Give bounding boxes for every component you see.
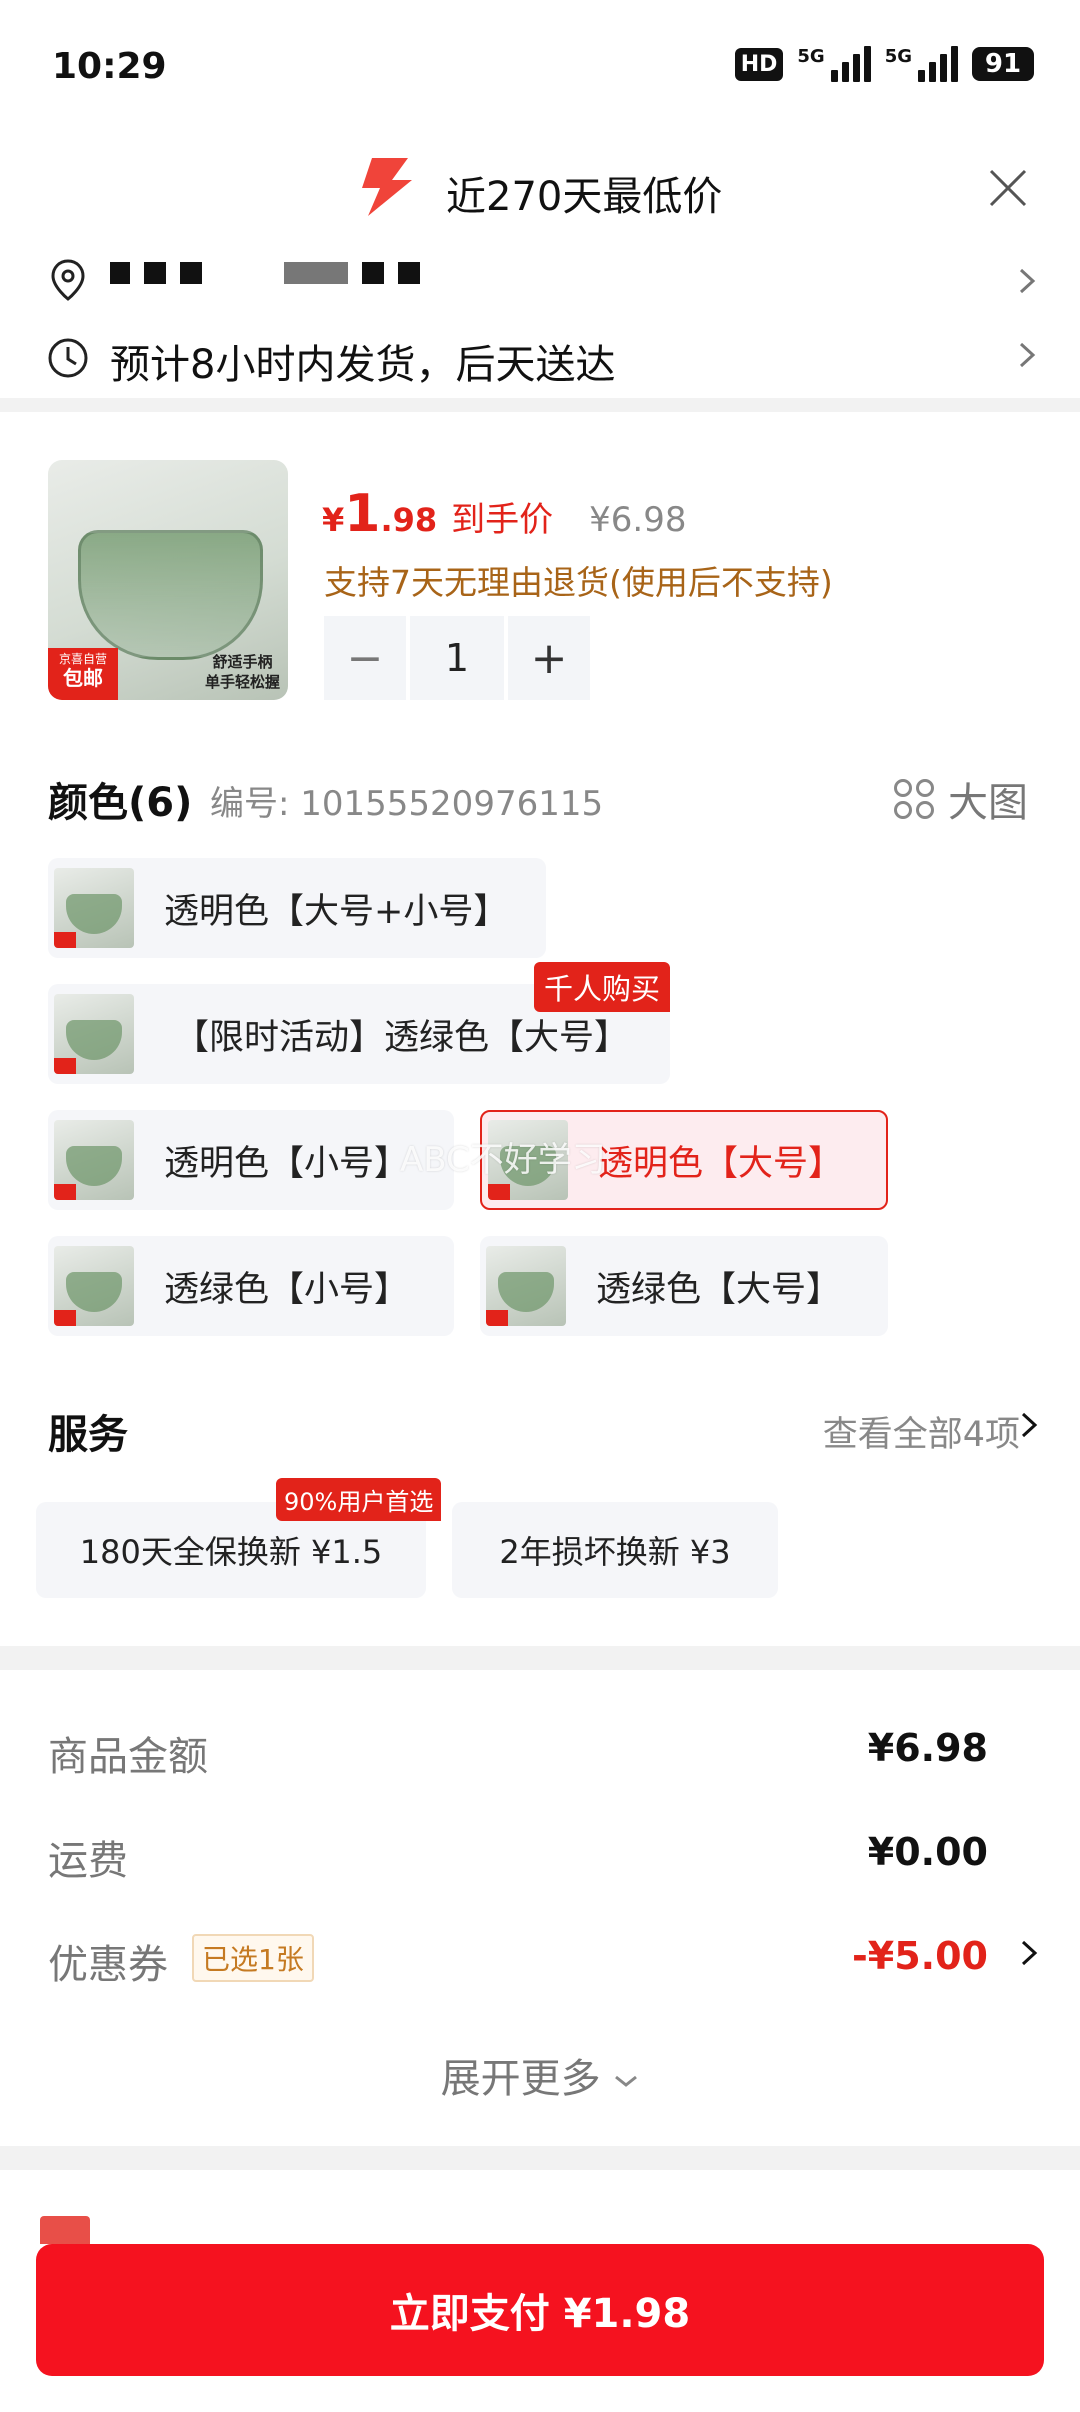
color-option[interactable]: 透明色【大号+小号】 bbox=[48, 858, 546, 958]
location-pin-icon bbox=[51, 259, 85, 301]
color-option[interactable]: 透绿色【大号】 bbox=[480, 1236, 888, 1336]
expand-more-button[interactable]: 展开更多 bbox=[0, 2046, 1080, 2104]
view-all-services-link[interactable]: 查看全部4项 bbox=[823, 1406, 1020, 1457]
chevron-down-icon bbox=[615, 2075, 638, 2087]
color-option-thumb bbox=[54, 1246, 134, 1326]
goods-amount-label: 商品金额 bbox=[48, 1734, 208, 1780]
currency-symbol: ¥ bbox=[322, 501, 345, 539]
price-line: ¥ 1 .98 到手价 ¥6.98 bbox=[322, 484, 686, 544]
chevron-right-icon[interactable] bbox=[1018, 1938, 1040, 1968]
quantity-stepper: − 1 + bbox=[324, 616, 590, 700]
chevron-right-icon[interactable] bbox=[1018, 1410, 1040, 1440]
signal-icon bbox=[830, 46, 871, 82]
decrease-quantity-button[interactable]: − bbox=[324, 616, 406, 700]
address-masked[interactable] bbox=[110, 262, 420, 284]
popular-badge: 千人购买 bbox=[534, 962, 671, 1012]
price-decimal: .98 bbox=[380, 501, 438, 539]
status-icons: HD 5G 5G 91 bbox=[734, 46, 1034, 82]
color-option-thumb bbox=[54, 868, 134, 948]
color-option-label: 透绿色【小号】 bbox=[164, 1269, 410, 1310]
product-image[interactable]: 京喜自营 包邮 舒适手柄 单手轻松握 bbox=[48, 460, 288, 700]
chevron-right-icon[interactable] bbox=[1016, 340, 1038, 370]
coupon-value[interactable]: -¥5.00 bbox=[852, 1934, 988, 1978]
hd-icon: HD bbox=[734, 47, 784, 81]
color-option-thumb bbox=[486, 1246, 566, 1326]
big-image-button[interactable]: 大图 bbox=[894, 770, 1028, 828]
expand-more-label: 展开更多 bbox=[440, 2056, 601, 2102]
original-price: ¥6.98 bbox=[589, 500, 687, 540]
coupon-selected-tag: 已选1张 bbox=[192, 1934, 314, 1982]
product-bowl-graphic bbox=[78, 530, 263, 660]
section-divider bbox=[0, 2146, 1080, 2170]
return-policy: 支持7天无理由退货(使用后不支持) bbox=[324, 563, 833, 602]
color-option[interactable]: 透绿色【小号】 bbox=[48, 1236, 454, 1336]
final-price-label: 到手价 bbox=[451, 500, 554, 540]
net-label-2: 5G bbox=[884, 46, 912, 67]
color-option[interactable]: 透明色【小号】 bbox=[48, 1110, 454, 1210]
signal-icon-2 bbox=[918, 46, 958, 82]
section-divider bbox=[0, 398, 1080, 412]
clock-icon bbox=[48, 338, 88, 378]
lowest-price-banner: 近270天最低价 bbox=[446, 174, 723, 220]
close-icon[interactable] bbox=[985, 165, 1031, 211]
grid-icon bbox=[894, 779, 934, 819]
product-code: 编号: 10155520976115 bbox=[210, 784, 604, 824]
price-integer: 1 bbox=[344, 484, 381, 544]
section-divider bbox=[0, 1646, 1080, 1670]
color-option-label: 透明色【大号】 bbox=[598, 1143, 844, 1184]
pay-hint-tab bbox=[40, 2216, 90, 2244]
shipping-value: ¥0.00 bbox=[867, 1830, 988, 1874]
color-option-label: 【限时活动】透绿色【大号】 bbox=[174, 1017, 630, 1058]
color-option-label: 透绿色【大号】 bbox=[596, 1269, 842, 1310]
color-section-title: 颜色(6) bbox=[48, 780, 193, 826]
watermark-text: ABC不好学习 bbox=[400, 1140, 606, 1180]
increase-quantity-button[interactable]: + bbox=[508, 616, 590, 700]
color-option-label: 透明色【大号+小号】 bbox=[164, 891, 509, 932]
net-label-1: 5G bbox=[797, 46, 825, 67]
battery-icon: 91 bbox=[972, 47, 1034, 81]
shipping-label: 运费 bbox=[48, 1838, 128, 1884]
color-option-label: 透明色【小号】 bbox=[164, 1143, 410, 1184]
product-caption: 舒适手柄 单手轻松握 bbox=[204, 653, 280, 691]
chevron-right-icon[interactable] bbox=[1016, 266, 1038, 296]
service-badge: 90%用户首选 bbox=[276, 1478, 442, 1521]
service-section-title: 服务 bbox=[48, 1412, 128, 1458]
big-image-label: 大图 bbox=[948, 780, 1028, 826]
product-shipping-tag: 京喜自营 包邮 bbox=[48, 648, 118, 700]
goods-amount-value: ¥6.98 bbox=[867, 1726, 988, 1770]
color-option-thumb bbox=[54, 1120, 134, 1200]
status-time: 10:29 bbox=[52, 46, 167, 87]
service-option[interactable]: 2年损坏换新 ¥3 bbox=[452, 1502, 778, 1598]
color-option-thumb bbox=[54, 994, 134, 1074]
pay-now-button[interactable]: 立即支付 ¥1.98 bbox=[36, 2244, 1044, 2376]
lightning-bolt-icon bbox=[362, 158, 412, 216]
delivery-estimate[interactable]: 预计8小时内发货，后天送达 bbox=[110, 332, 615, 390]
coupon-label: 优惠券 bbox=[48, 1942, 168, 1988]
quantity-value[interactable]: 1 bbox=[410, 616, 504, 700]
